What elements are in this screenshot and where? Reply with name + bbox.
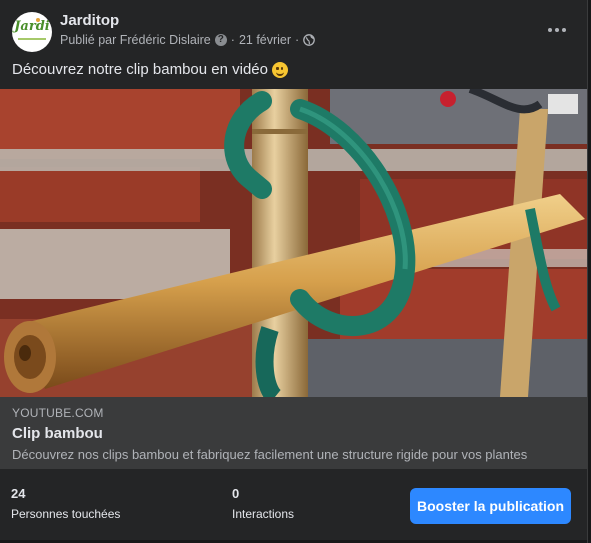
link-title[interactable]: Clip bambou <box>12 425 103 442</box>
byline: Publié par Frédéric Dislaire <box>60 33 211 47</box>
post-message-text: Découvrez notre clip bambou en vidéo <box>12 61 268 78</box>
avatar-logo-underline <box>18 38 46 40</box>
thumbnail-illustration <box>0 89 587 397</box>
page-avatar[interactable]: Jardi <box>12 12 52 52</box>
boost-post-button[interactable]: Booster la publication <box>410 488 571 524</box>
video-thumbnail[interactable] <box>0 89 587 397</box>
post-insights: 24 Personnes touchées 0 Interactions Boo… <box>0 469 587 543</box>
globe-icon <box>303 34 316 46</box>
reach-stat[interactable]: 24 Personnes touchées <box>11 486 120 521</box>
interactions-value: 0 <box>232 486 240 501</box>
help-icon[interactable]: ? <box>214 34 227 46</box>
interactions-label: Interactions <box>232 507 295 521</box>
smiling-face-emoji-icon <box>271 61 288 78</box>
post-card: Jardi Jarditop Publié par Frédéric Disla… <box>0 0 588 543</box>
link-preview[interactable]: YOUTUBE.COM Clip bambou Découvrez nos cl… <box>0 397 587 469</box>
meta-separator-2: · <box>295 33 300 47</box>
reach-value: 24 <box>11 486 26 501</box>
more-horizontal-icon[interactable] <box>539 16 575 44</box>
post-date-link[interactable]: 21 février <box>239 33 291 47</box>
post-header: Jardi Jarditop Publié par Frédéric Disla… <box>12 12 575 56</box>
meta-separator: · <box>230 33 235 47</box>
interactions-stat[interactable]: 0 Interactions <box>232 486 294 521</box>
reach-label: Personnes touchées <box>11 507 121 521</box>
link-description: Découvrez nos clips bambou et fabriquez … <box>12 447 528 462</box>
avatar-logo-text: Jardi <box>14 19 50 34</box>
page-name-link[interactable]: Jarditop <box>60 12 119 29</box>
post-message: Découvrez notre clip bambou en vidéo <box>12 61 288 78</box>
link-domain: YOUTUBE.COM <box>12 406 104 420</box>
post-meta: Publié par Frédéric Dislaire ? · 21 févr… <box>60 33 316 47</box>
